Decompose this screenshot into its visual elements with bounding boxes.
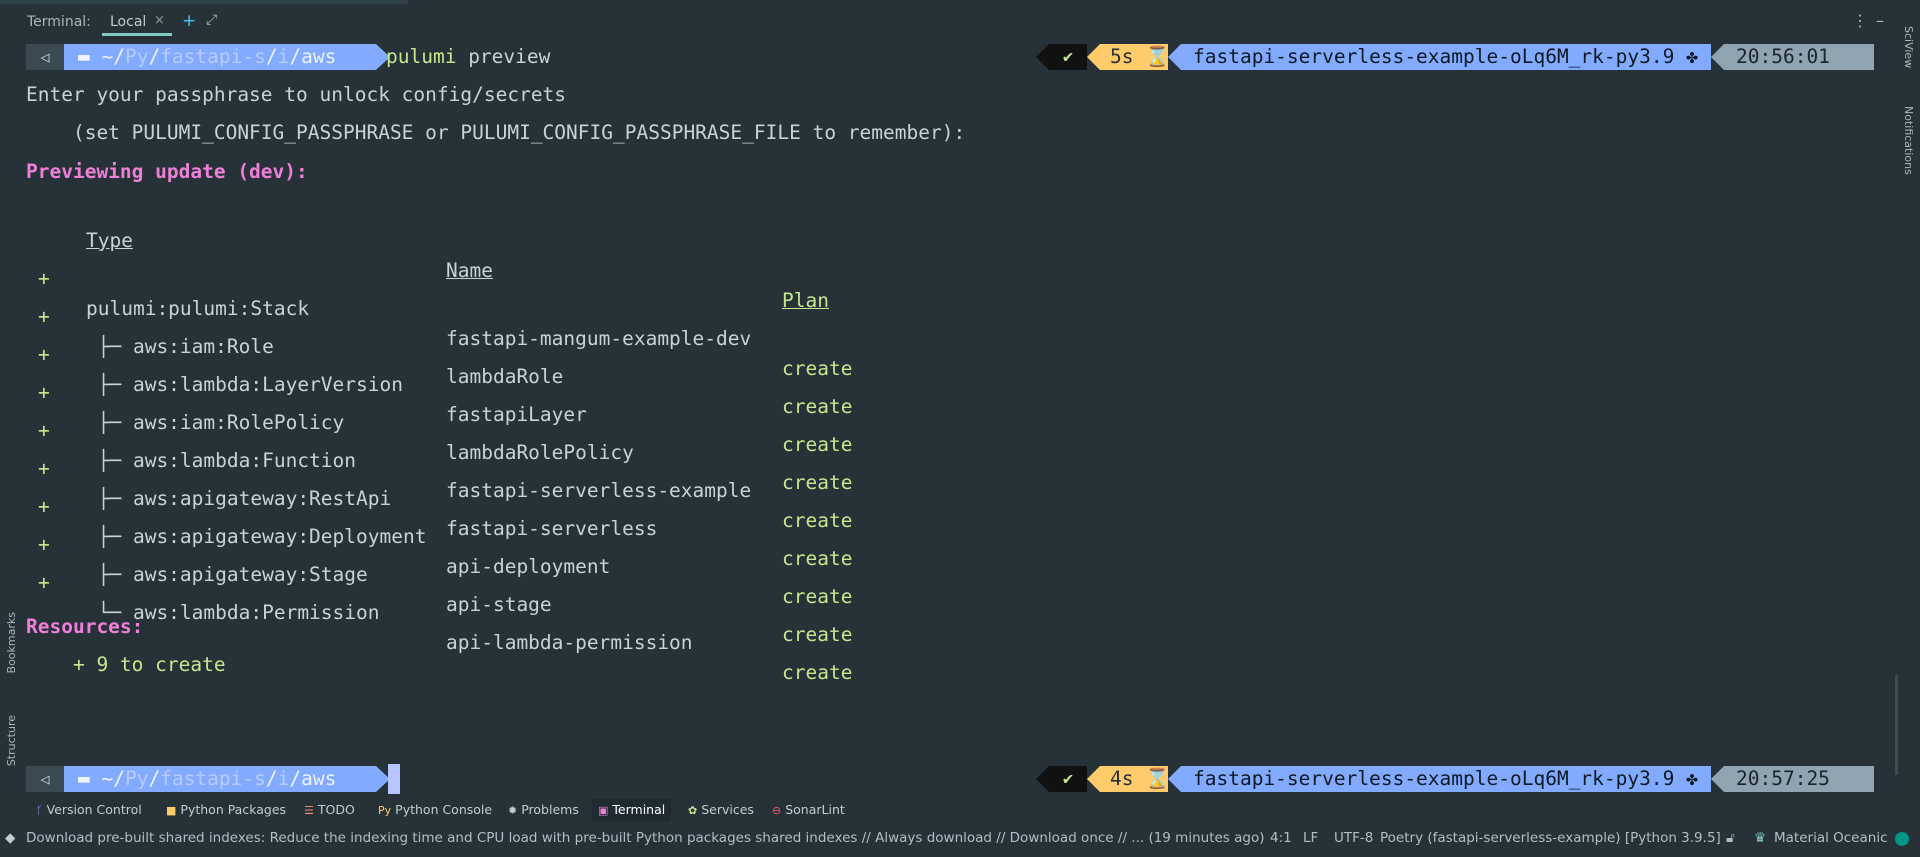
table-row: + ├─ aws:lambda:LayerVersion fastapiLaye… [0,310,1000,456]
package-icon: ■ [166,804,177,817]
tool-label: Terminal [612,802,666,817]
caret-position[interactable]: 4:1 [1270,830,1292,846]
back-arrow-icon: ◁ [26,766,64,792]
services-icon: ✿ [688,804,698,817]
prompt-path: ▬ ~/Py/fastapi-s/i/aws [64,44,376,70]
venv-badge: fastapi-serverless-example-oLq6M_rk-py3.… [1181,44,1711,70]
path-aws: aws [301,767,337,790]
resources-heading: Resources: [26,615,144,638]
table-row: + ├─ aws:lambda:Function fastapi-serverl… [0,386,1000,532]
tool-label: TODO [317,802,355,817]
tool-services[interactable]: ✿ Services [682,799,760,821]
tool-label: Version Control [46,802,142,817]
python-icon: Py [378,804,392,817]
command-arg: preview [456,45,551,68]
table-row: + └─ aws:lambda:Permission api-lambda-pe… [0,538,1000,684]
path-proj: fastapi-s [160,45,266,68]
tool-version-control[interactable]: ᚴ Version Control [30,799,148,821]
back-arrow-icon: ◁ [26,44,64,70]
rprompt-tip-black [1036,766,1049,792]
rprompt-tip-yellow [1087,44,1100,70]
folder-icon: ▬ [78,45,102,68]
folder-icon: ▬ [78,767,102,790]
table-row: + pulumi:pulumi:Stack fastapi-mangum-exa… [0,234,1000,380]
table-row: + ├─ aws:apigateway:RestApi fastapi-serv… [0,424,1000,570]
rprompt-tip-blue [1168,766,1181,792]
tool-python-packages[interactable]: ■ Python Packages [160,799,292,821]
status-bar: ◆ Download pre-built shared indexes: Red… [0,826,1920,852]
rprompt-tip-gray [1711,766,1724,792]
path-py: Py [124,45,149,68]
terminal-scrollbar[interactable] [1895,675,1898,775]
status-check: ✔ [1049,44,1087,70]
path-proj: fastapi-s [160,767,266,790]
tool-python-console[interactable]: Py Python Console [372,799,498,821]
table-row: + ├─ aws:apigateway:Deployment api-deplo… [0,462,1000,608]
right-prompt-bottom: ✔ 4s ⌛ fastapi-serverless-example-oLq6M_… [1036,766,1874,792]
row-sign: + [38,571,50,594]
tool-label: SonarLint [785,802,845,817]
python-interpreter[interactable]: Poetry (fastapi-serverless-example) [Pyt… [1380,830,1721,846]
branch-icon: ᚴ [36,804,43,817]
time-badge: 20:57:25 [1724,766,1874,792]
path-home: ~/ [101,45,125,68]
passphrase-prompt: Enter your passphrase to unlock config/s… [26,83,567,106]
text-cursor [388,764,400,794]
notification-icon[interactable]: ◆ [5,830,15,846]
memory-indicator-icon[interactable] [1895,832,1909,846]
file-encoding[interactable]: UTF-8 [1334,830,1373,846]
rprompt-tip-black [1036,44,1049,70]
resources-summary: + 9 to create [26,653,226,676]
status-check: ✔ [1049,766,1087,792]
row-plan: create [782,585,853,608]
todo-icon: ☰ [304,804,314,817]
path-home: ~/ [101,767,125,790]
lock-icon[interactable]: 🔓︎ [1726,830,1735,846]
path-py: Py [124,767,149,790]
duration-badge: 5s ⌛ [1100,44,1170,70]
theme-icon: ♛ [1754,830,1767,846]
line-separator[interactable]: LF [1303,830,1318,846]
table-row: + ├─ aws:apigateway:Stage api-stage crea… [0,500,1000,646]
rprompt-tip-yellow [1087,766,1100,792]
prompt-top: ◁ ▬ ~/Py/fastapi-s/i/aws pulumi preview [26,44,1026,70]
prompt-command: pulumi preview [386,42,550,72]
passphrase-hint: (set PULUMI_CONFIG_PASSPHRASE or PULUMI_… [26,121,966,144]
tool-label: Services [701,802,754,817]
path-i: i [277,45,290,68]
terminal-output[interactable]: ◁ ▬ ~/Py/fastapi-s/i/aws pulumi preview … [0,0,1920,857]
rprompt-tip-gray [1711,44,1724,70]
time-badge: 20:56:01 [1724,44,1874,70]
rprompt-tip-blue [1168,44,1181,70]
table-header: Type Name Plan [0,196,1000,312]
tool-problems[interactable]: ✹ Problems [502,799,585,821]
command-bin: pulumi [386,45,457,68]
prompt-path: ▬ ~/Py/fastapi-s/i/aws [64,766,376,792]
duration-badge: 4s ⌛ [1100,766,1170,792]
tool-label: Problems [521,802,579,817]
row-name: api-stage [446,593,552,616]
path-aws: aws [301,45,337,68]
tool-label: Python Console [395,802,493,817]
row-name: api-lambda-permission [446,631,693,654]
status-message[interactable]: Download pre-built shared indexes: Reduc… [26,830,1265,846]
tool-todo[interactable]: ☰ TODO [298,799,361,821]
theme-name[interactable]: Material Oceanic [1774,830,1888,846]
tool-window-bar: ᚴ Version Control ■ Python Packages ☰ TODO … [0,799,1920,821]
tool-label: Python Packages [180,802,287,817]
tool-sonarlint[interactable]: ⊖ SonarLint [766,799,851,821]
sonarlint-icon: ⊖ [772,804,782,817]
right-prompt-top: ✔ 5s ⌛ fastapi-serverless-example-oLq6M_… [1036,44,1874,70]
prompt-bottom: ◁ ▬ ~/Py/fastapi-s/i/aws [26,764,446,794]
venv-badge: fastapi-serverless-example-oLq6M_rk-py3.… [1181,766,1711,792]
table-row: + ├─ aws:iam:RolePolicy lambdaRolePolicy… [0,348,1000,494]
tool-terminal[interactable]: ▣ Terminal [592,799,672,821]
path-i: i [277,767,290,790]
row-plan: create [782,661,853,684]
terminal-icon: ▣ [598,804,609,817]
bug-icon: ✹ [508,804,518,817]
previewing-heading: Previewing update (dev): [26,160,308,183]
table-row: + ├─ aws:iam:Role lambdaRole create [0,272,1000,418]
row-plan: create [782,623,853,646]
